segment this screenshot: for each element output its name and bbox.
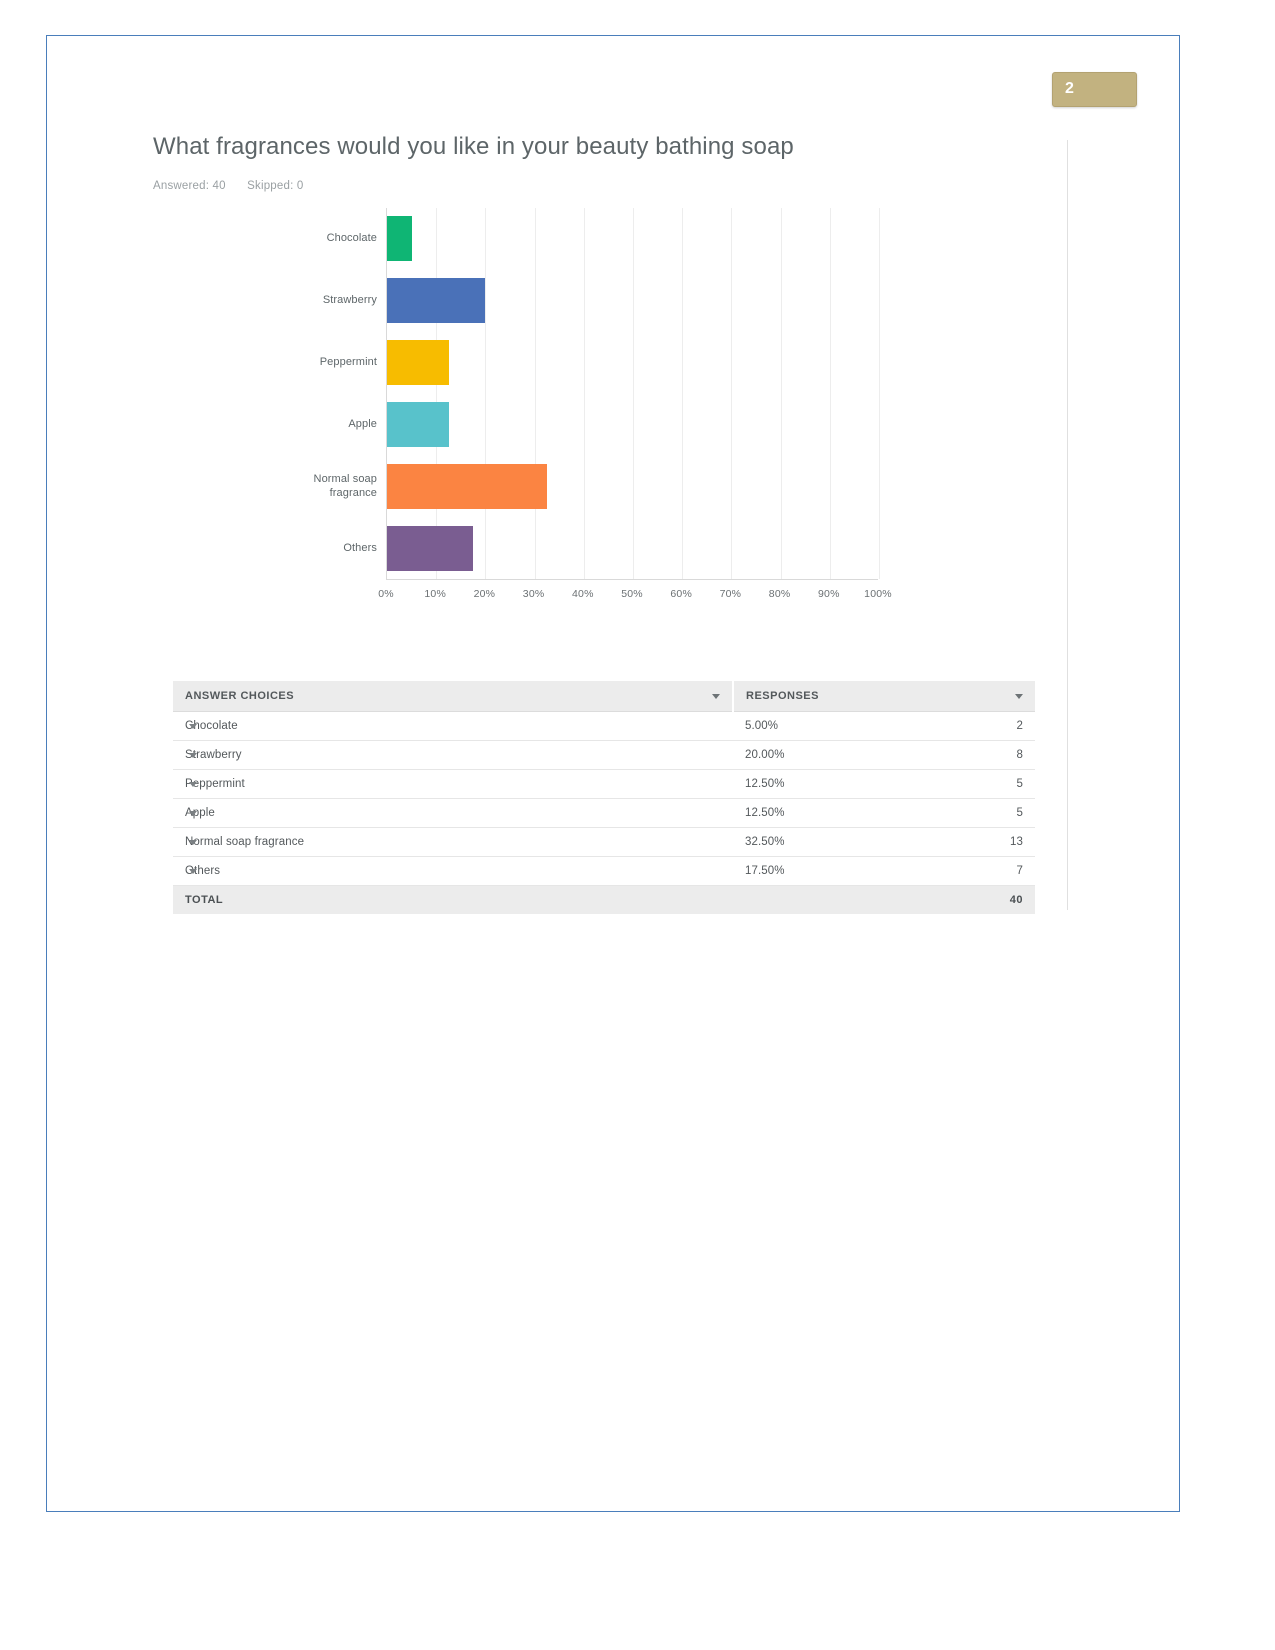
column-header-responses-label: RESPONSES (746, 690, 819, 702)
chart-x-tick-label: 10% (424, 587, 446, 600)
chart-plot-area (386, 207, 880, 580)
chevron-down-icon[interactable] (189, 811, 197, 816)
chart-x-tick-label: 30% (522, 587, 545, 600)
chart-category-label: Others (343, 541, 377, 554)
bar-chart: Chocolate Strawberry Peppermint Apple Normal… (153, 207, 1068, 628)
cell-response-percent: 12.50% (733, 798, 923, 828)
chart-category-label: Apple (348, 417, 377, 430)
column-header-responses[interactable]: RESPONSES (733, 681, 1035, 712)
chart-gridline (485, 207, 487, 579)
chart-category-labels: Chocolate Strawberry Peppermint Apple Normal… (153, 208, 385, 580)
chart-bar[interactable] (387, 216, 412, 262)
chart-bar[interactable] (387, 340, 449, 386)
cell-response-count: 13 (923, 827, 1035, 857)
answer-choice-label: Normal soap fragrance (185, 836, 305, 848)
chart-category-label: Peppermint (319, 355, 377, 368)
cell-response-percent: 20.00% (733, 740, 923, 770)
table-header-row: ANSWER CHOICES RESPONSES (173, 681, 1035, 712)
cell-answer-choice: Chocolate (173, 711, 733, 741)
table-row: Chocolate 5.00% 2 (173, 711, 1035, 741)
chart-x-tick-label: 80% (768, 587, 791, 600)
chevron-down-icon[interactable] (189, 840, 197, 845)
chart-gridline (780, 207, 782, 579)
chevron-down-icon[interactable] (189, 724, 197, 729)
cell-answer-choice: Strawberry (173, 740, 733, 770)
table-body: Chocolate 5.00% 2 Strawberry 20.00% 8 Peppermi… (173, 711, 1035, 914)
chart-bar[interactable] (387, 278, 486, 324)
table-row: Others 17.50% 7 (173, 856, 1035, 886)
chart-bar[interactable] (387, 402, 449, 448)
skipped-count: Skipped: 0 (247, 179, 304, 192)
chart-x-tick-label: 40% (571, 587, 594, 600)
chart-gridline (879, 207, 880, 579)
cell-response-percent: 32.50% (733, 827, 923, 857)
chart-x-tick-label: 100% (864, 587, 892, 600)
cell-response-percent: 12.50% (733, 769, 923, 799)
cell-answer-choice: Apple (173, 798, 733, 828)
chevron-down-icon[interactable] (189, 782, 197, 787)
cell-response-percent: 5.00% (733, 711, 923, 741)
chart-category-label: Chocolate (326, 231, 377, 244)
chart-x-tick-label: 0% (378, 587, 394, 600)
chart-x-tick-label: 90% (817, 587, 840, 600)
chevron-down-icon[interactable] (1015, 694, 1023, 699)
chart-gridline (829, 207, 831, 579)
chart-gridline (633, 207, 634, 579)
chart-x-tick-label: 60% (670, 587, 692, 600)
cell-response-percent: 17.50% (733, 856, 923, 886)
table-row: Strawberry 20.00% 8 (173, 740, 1035, 770)
chart-gridline (534, 207, 536, 579)
chart-x-axis: 0% 10% 20% 30% 40% 50% 60% 70% 80% 90% 100% (378, 587, 891, 608)
chart-bar[interactable] (387, 464, 547, 510)
column-header-answer-choices-label: ANSWER CHOICES (185, 690, 295, 702)
chart-gridline (731, 207, 733, 579)
cell-answer-choice: Normal soap fragrance (173, 827, 733, 857)
chart-x-tick-label: 50% (621, 587, 643, 600)
chart-x-tick-label: 70% (719, 587, 742, 600)
chevron-down-icon[interactable] (189, 753, 197, 758)
chart-category-label: Strawberry (322, 293, 377, 306)
page-number-label: 2 (1065, 80, 1075, 97)
table-row: Normal soap fragrance 32.50% 13 (173, 827, 1035, 857)
response-summary: Answered: 40 Skipped: 0 (153, 180, 1068, 192)
chevron-down-icon[interactable] (189, 869, 197, 874)
cell-answer-choice: Others (173, 856, 733, 886)
table-total-row: TOTAL 40 (173, 885, 1035, 914)
question-block: What fragrances would you like in your b… (153, 133, 1068, 628)
table-row: Peppermint 12.50% 5 (173, 769, 1035, 799)
chart-gridline (436, 207, 438, 579)
cell-response-count: 2 (923, 711, 1035, 741)
chart-bar[interactable] (387, 526, 474, 572)
cell-answer-choice: Peppermint (173, 769, 733, 799)
cell-response-count: 5 (923, 798, 1035, 828)
responses-table: ANSWER CHOICES RESPONSES Chocolate 5.00% 2… (173, 681, 1035, 914)
column-header-answer-choices[interactable]: ANSWER CHOICES (173, 681, 734, 712)
page-title: What fragrances would you like in your b… (153, 133, 794, 160)
page-number-badge: 2 (1052, 72, 1137, 107)
cell-response-count: 5 (923, 769, 1035, 799)
table-row: Apple 12.50% 5 (173, 798, 1035, 828)
answered-count: Answered: 40 (153, 179, 226, 192)
chart-gridline (682, 207, 684, 579)
chart-gridline (583, 207, 585, 579)
chevron-down-icon[interactable] (712, 694, 720, 699)
total-label: TOTAL (173, 885, 923, 914)
cell-response-count: 7 (923, 856, 1035, 886)
total-value: 40 (923, 885, 1035, 914)
chart-x-tick-label: 20% (473, 587, 496, 600)
cell-response-count: 8 (923, 740, 1035, 770)
chart-category-label: Normal soap fragrance (313, 472, 377, 499)
